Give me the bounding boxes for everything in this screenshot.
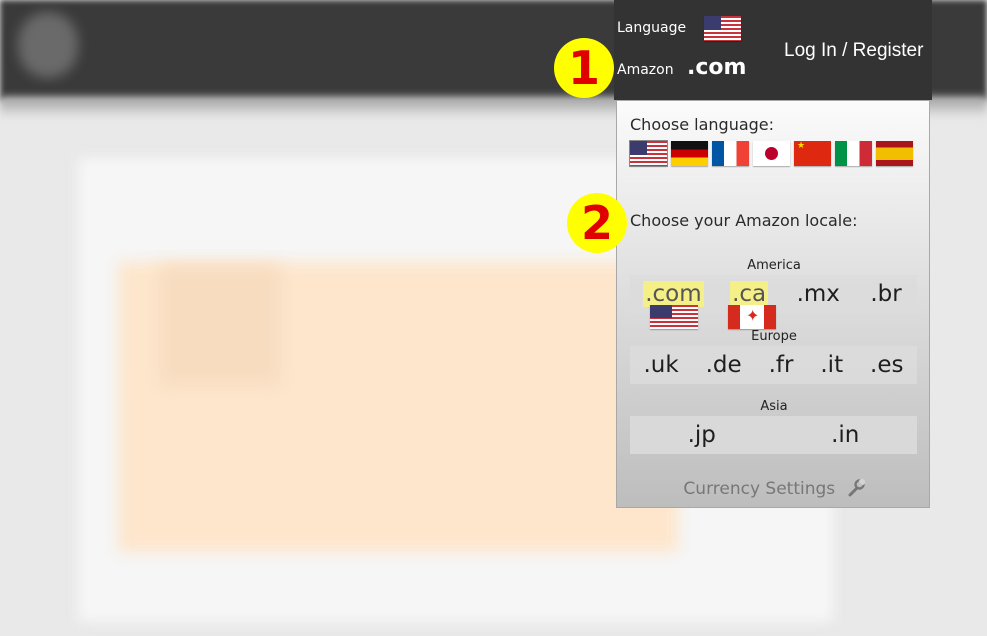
choose-locale-heading: Choose your Amazon locale: — [630, 211, 858, 230]
locale-es[interactable]: .es — [868, 352, 905, 378]
choose-language-heading: Choose language: — [630, 115, 775, 134]
italy-flag-icon[interactable] — [835, 141, 872, 166]
germany-flag-icon[interactable] — [671, 141, 708, 166]
locale-mx[interactable]: .mx — [795, 281, 842, 307]
locale-dropdown: Choose language: Choose your Amazon loca… — [616, 100, 930, 508]
current-language-flag[interactable] — [704, 16, 741, 41]
locale-uk[interactable]: .uk — [641, 352, 680, 378]
site-logo — [18, 12, 78, 78]
login-register-link[interactable]: Log In / Register — [784, 40, 923, 62]
language-label: Language — [617, 20, 687, 36]
wrench-icon — [847, 477, 866, 502]
language-flag-list — [629, 140, 913, 167]
region-label-america: America — [747, 258, 801, 273]
locale-in[interactable]: .in — [829, 422, 861, 448]
locale-row-europe: .uk .de .fr .it .es — [630, 346, 917, 384]
locale-row-asia: .jp .in — [630, 416, 917, 454]
us-flag-icon — [704, 16, 741, 41]
canada-flag-icon — [728, 305, 776, 329]
currency-settings-label: Currency Settings — [683, 479, 836, 499]
us-flag-icon — [650, 305, 698, 329]
region-label-asia: Asia — [760, 399, 788, 414]
us-flag-icon[interactable] — [629, 140, 668, 167]
current-domain[interactable]: .com — [687, 55, 746, 80]
amazon-label: Amazon — [617, 62, 674, 78]
account-header: Language Amazon .com Log In / Register — [614, 0, 932, 100]
france-flag-icon[interactable] — [712, 141, 749, 166]
annotation-badge-2: 2 — [567, 193, 627, 253]
locale-fr[interactable]: .fr — [767, 352, 796, 378]
background-chart-region — [160, 265, 280, 385]
japan-flag-icon[interactable] — [753, 141, 790, 166]
annotation-badge-1: 1 — [554, 38, 614, 98]
locale-it[interactable]: .it — [818, 352, 845, 378]
china-flag-icon[interactable] — [794, 141, 831, 166]
locale-com[interactable]: .com — [643, 281, 704, 307]
locale-br[interactable]: .br — [868, 281, 903, 307]
region-label-europe: Europe — [751, 329, 797, 344]
locale-de[interactable]: .de — [704, 352, 744, 378]
spain-flag-icon[interactable] — [876, 141, 913, 166]
locale-ca[interactable]: .ca — [730, 281, 769, 307]
locale-jp[interactable]: .jp — [686, 422, 718, 448]
currency-settings-link[interactable]: Currency Settings — [617, 477, 931, 502]
